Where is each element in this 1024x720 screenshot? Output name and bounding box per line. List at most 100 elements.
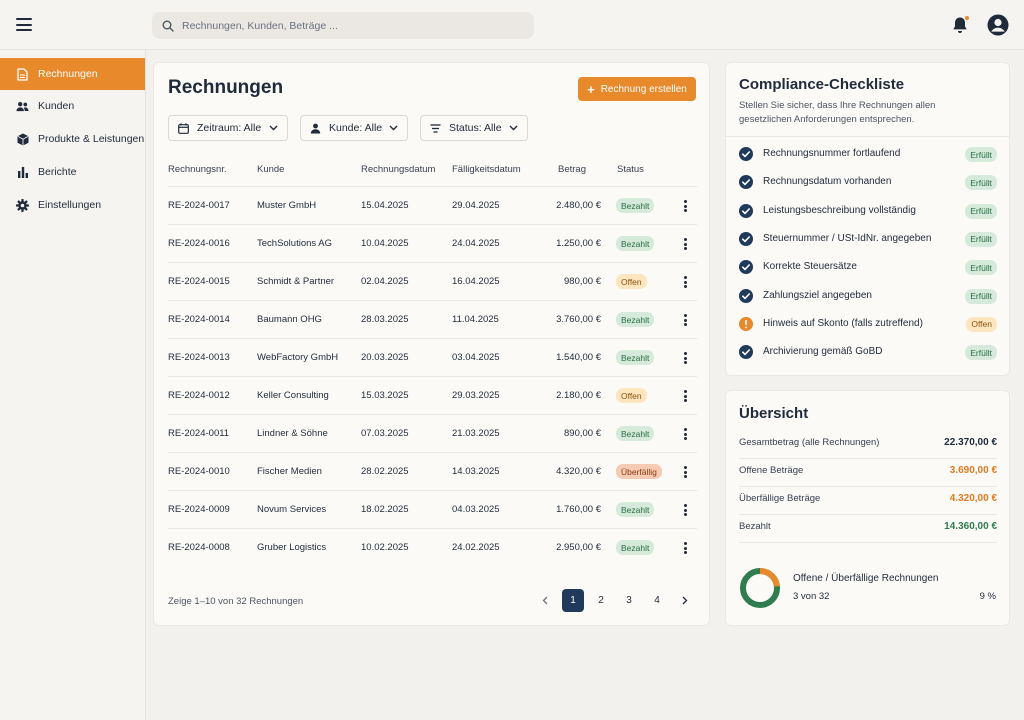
cell-amount: 1.540,00 € — [556, 352, 601, 363]
table-row[interactable]: RE-2024-0017 Muster GmbH 15.04.2025 29.04.2… — [168, 186, 697, 224]
cell-number: RE-2024-0016 — [168, 238, 230, 249]
checklist-status-badge: Erfüllt — [965, 147, 997, 162]
pagination-page-4[interactable]: 4 — [646, 589, 668, 612]
period-filter[interactable]: Zeitraum: Alle — [168, 115, 288, 141]
cell-number: RE-2024-0009 — [168, 504, 230, 515]
chevron-down-icon — [389, 125, 398, 131]
checklist-item: Korrekte Steuersätze Erfüllt — [739, 258, 997, 276]
cell-number: RE-2024-0010 — [168, 466, 230, 477]
notification-bell-icon[interactable] — [952, 15, 970, 35]
overview-row-label: Bezahlt — [739, 521, 771, 532]
menu-icon[interactable] — [16, 18, 32, 31]
overview-row-value: 22.370,00 € — [944, 437, 997, 448]
cell-amount: 2.480,00 € — [556, 200, 601, 211]
search-input[interactable] — [182, 19, 502, 32]
status-badge: Überfällig — [616, 464, 662, 479]
pagination-next-button[interactable] — [674, 589, 696, 612]
table-row[interactable]: RE-2024-0011 Lindner & Söhne 07.03.2025 21.… — [168, 414, 697, 452]
check-circle-icon — [739, 203, 753, 218]
check-circle-icon — [739, 260, 753, 275]
checklist-item: Zahlungsziel angegeben Erfüllt — [739, 287, 997, 305]
cell-amount: 1.250,00 € — [556, 238, 601, 249]
table-row[interactable]: RE-2024-0009 Novum Services 18.02.2025 04.0… — [168, 490, 697, 528]
row-menu-icon[interactable] — [682, 540, 688, 556]
pagination-prev-button[interactable] — [534, 589, 556, 612]
table-row[interactable]: RE-2024-0016 TechSolutions AG 10.04.2025 24… — [168, 224, 697, 262]
row-menu-icon[interactable] — [682, 274, 688, 290]
status-filter-label: Status: Alle — [449, 122, 502, 134]
cell-number: RE-2024-0013 — [168, 352, 230, 363]
customer-filter[interactable]: Kunde: Alle — [300, 115, 408, 141]
overview-row-label: Überfällige Beträge — [739, 493, 821, 504]
sidebar-item-produkte[interactable]: Produkte & Leistungen — [0, 123, 145, 155]
status-filter[interactable]: Status: Alle — [420, 115, 528, 141]
table-row[interactable]: RE-2024-0014 Baumann OHG 28.03.2025 11.04.2… — [168, 300, 697, 338]
box-icon — [16, 133, 29, 146]
pagination-page-3[interactable]: 3 — [618, 589, 640, 612]
sidebar-item-rechnungen[interactable]: Rechnungen — [0, 58, 145, 90]
donut-label: Offene / Überfällige Rechnungen — [793, 573, 939, 584]
sidebar-item-label: Produkte & Leistungen — [38, 133, 145, 145]
table-row[interactable]: RE-2024-0015 Schmidt & Partner 02.04.2025 1… — [168, 262, 697, 300]
row-menu-icon[interactable] — [682, 388, 688, 404]
overview-row: Überfällige Beträge 4.320,00 € — [739, 486, 997, 514]
table-row[interactable]: RE-2024-0010 Fischer Medien 28.02.2025 14.0… — [168, 452, 697, 490]
chevron-down-icon — [269, 125, 278, 131]
period-filter-label: Zeitraum: Alle — [197, 122, 262, 134]
table-row[interactable]: RE-2024-0012 Keller Consulting 15.03.2025 2… — [168, 376, 697, 414]
cell-date: 28.02.2025 — [361, 466, 409, 477]
cell-amount: 2.180,00 € — [556, 390, 601, 401]
overview-row-label: Gesamtbetrag (alle Rechnungen) — [739, 437, 880, 448]
row-menu-icon[interactable] — [682, 312, 688, 328]
column-header-date[interactable]: Rechnungsdatum — [361, 164, 435, 175]
user-avatar-icon[interactable] — [987, 14, 1009, 36]
create-invoice-button[interactable]: + Rechnung erstellen — [578, 77, 696, 101]
row-menu-icon[interactable] — [682, 464, 688, 480]
chevron-left-icon — [542, 596, 548, 605]
sidebar-item-einstellungen[interactable]: Einstellungen — [0, 189, 145, 221]
sidebar: Rechnungen Kunden Produkte & Leistungen … — [0, 50, 146, 720]
bar-chart-icon — [16, 166, 29, 179]
pagination-page-1[interactable]: 1 — [562, 589, 584, 612]
sidebar-item-label: Berichte — [38, 166, 77, 178]
divider — [726, 136, 1009, 137]
checklist-status-badge: Erfüllt — [965, 260, 997, 276]
warning-circle-icon — [739, 316, 753, 331]
calendar-icon — [178, 122, 189, 134]
column-header-customer[interactable]: Kunde — [257, 164, 284, 175]
chevron-right-icon — [682, 596, 688, 605]
cell-date: 28.03.2025 — [361, 314, 409, 325]
checklist-status-badge: Erfüllt — [965, 203, 997, 219]
row-menu-icon[interactable] — [682, 350, 688, 366]
cell-number: RE-2024-0008 — [168, 542, 230, 553]
table-row[interactable]: RE-2024-0008 Gruber Logistics 10.02.2025 24… — [168, 528, 697, 566]
sidebar-item-berichte[interactable]: Berichte — [0, 156, 145, 188]
cell-due: 21.03.2025 — [452, 428, 500, 439]
search-box[interactable] — [152, 12, 534, 39]
cell-number: RE-2024-0011 — [168, 428, 230, 439]
cell-customer: WebFactory GmbH — [257, 352, 339, 363]
cell-amount: 4.320,00 € — [556, 466, 601, 477]
checklist-status-badge: Erfüllt — [965, 345, 997, 361]
cell-customer: Keller Consulting — [257, 390, 329, 401]
cell-amount: 1.760,00 € — [556, 504, 601, 515]
cell-amount: 890,00 € — [564, 428, 601, 439]
overview-row-value: 4.320,00 € — [949, 493, 997, 504]
status-badge: Bezahlt — [616, 350, 655, 365]
overview-row-label: Offene Beträge — [739, 465, 804, 476]
sidebar-item-kunden[interactable]: Kunden — [0, 90, 145, 122]
cell-amount: 2.950,00 € — [556, 542, 601, 553]
row-menu-icon[interactable] — [682, 236, 688, 252]
checklist-subtitle: Stellen Sie sicher, dass Ihre Rechnungen… — [739, 100, 936, 125]
column-header-amount[interactable]: Betrag — [558, 164, 586, 175]
cell-customer: Novum Services — [257, 504, 327, 515]
row-menu-icon[interactable] — [682, 502, 688, 518]
pagination-page-2[interactable]: 2 — [590, 589, 612, 612]
row-menu-icon[interactable] — [682, 426, 688, 442]
column-header-status[interactable]: Status — [617, 164, 644, 175]
row-menu-icon[interactable] — [682, 198, 688, 214]
column-header-number[interactable]: Rechnungsnr. — [168, 164, 227, 175]
table-row[interactable]: RE-2024-0013 WebFactory GmbH 20.03.2025 03.… — [168, 338, 697, 376]
cell-due: 29.03.2025 — [452, 390, 500, 401]
column-header-due[interactable]: Fälligkeitsdatum — [452, 164, 521, 175]
